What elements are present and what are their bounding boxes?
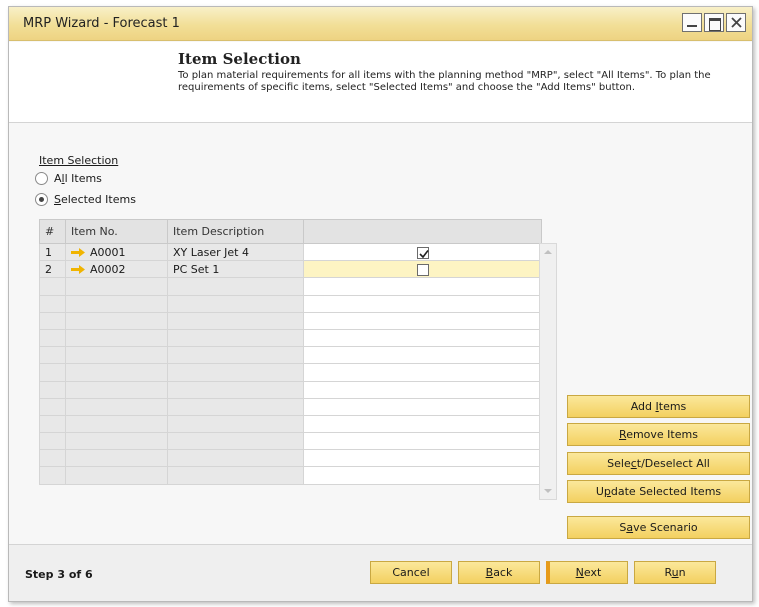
column-header-num[interactable]: # bbox=[39, 219, 66, 244]
empty-row bbox=[39, 363, 542, 382]
grid-scrollbar[interactable] bbox=[539, 243, 557, 500]
row-checkbox[interactable] bbox=[416, 246, 429, 259]
items-grid[interactable]: # Item No. Item Description 1 A0001 XY Las… bbox=[39, 219, 542, 485]
empty-row bbox=[39, 294, 542, 313]
item-selection-label: Item Selection bbox=[39, 154, 119, 167]
empty-row bbox=[39, 311, 542, 330]
step-heading: Item Selection bbox=[178, 50, 301, 68]
empty-row bbox=[39, 414, 542, 434]
radio-label: All Items bbox=[54, 172, 102, 185]
select-deselect-all-button[interactable]: Select/Deselect All bbox=[567, 452, 750, 475]
title-bar[interactable]: MRP Wizard - Forecast 1 bbox=[9, 7, 752, 41]
cancel-button[interactable]: Cancel bbox=[370, 561, 452, 584]
empty-row bbox=[39, 328, 542, 348]
radio-button[interactable] bbox=[35, 193, 48, 206]
maximize-icon[interactable] bbox=[704, 13, 724, 32]
empty-row bbox=[39, 346, 542, 365]
remove-items-button[interactable]: Remove Items bbox=[567, 423, 750, 446]
item-no: A0001 bbox=[90, 245, 126, 259]
scroll-up-icon[interactable] bbox=[544, 250, 552, 254]
empty-row bbox=[39, 397, 542, 416]
window-title: MRP Wizard - Forecast 1 bbox=[23, 16, 180, 31]
link-arrow-icon[interactable] bbox=[71, 265, 85, 275]
step-header: Item Selection To plan material requirem… bbox=[9, 42, 752, 123]
empty-row bbox=[39, 380, 542, 399]
back-button[interactable]: Back bbox=[458, 561, 540, 584]
column-header-item-no[interactable]: Item No. bbox=[65, 219, 168, 244]
update-selected-items-button[interactable]: Update Selected Items bbox=[567, 480, 750, 503]
empty-row bbox=[39, 466, 542, 485]
empty-row bbox=[39, 449, 542, 468]
save-scenario-button[interactable]: Save Scenario bbox=[567, 516, 750, 539]
column-header-selected[interactable] bbox=[303, 219, 542, 244]
radio-button[interactable] bbox=[35, 172, 48, 185]
table-row[interactable]: 2 A0002 PC Set 1 bbox=[39, 260, 542, 279]
step-description: To plan material requirements for all it… bbox=[178, 70, 711, 93]
close-icon[interactable] bbox=[726, 13, 746, 32]
run-button[interactable]: Run bbox=[634, 561, 716, 584]
item-no-cell[interactable]: A0001 bbox=[65, 242, 168, 262]
item-description: PC Set 1 bbox=[167, 260, 304, 279]
window-controls bbox=[682, 13, 746, 32]
scroll-down-icon[interactable] bbox=[544, 489, 552, 493]
selected-cell[interactable] bbox=[303, 260, 542, 279]
minimize-icon[interactable] bbox=[682, 13, 702, 32]
table-row[interactable]: 1 A0001 XY Laser Jet 4 bbox=[39, 242, 542, 262]
empty-row bbox=[39, 277, 542, 296]
checkmark-icon bbox=[418, 249, 429, 258]
radio-all-items[interactable]: All Items bbox=[35, 172, 102, 185]
item-no-cell[interactable]: A0002 bbox=[65, 260, 168, 279]
radio-label: Selected Items bbox=[54, 193, 136, 206]
step-indicator: Step 3 of 6 bbox=[25, 568, 93, 581]
add-items-button[interactable]: Add Items bbox=[567, 395, 750, 418]
radio-selected-items[interactable]: Selected Items bbox=[35, 193, 136, 206]
row-checkbox[interactable] bbox=[416, 263, 429, 276]
column-header-item-description[interactable]: Item Description bbox=[167, 219, 304, 244]
item-no: A0002 bbox=[90, 262, 126, 276]
link-arrow-icon[interactable] bbox=[71, 248, 85, 258]
empty-row bbox=[39, 432, 542, 451]
item-description: XY Laser Jet 4 bbox=[167, 242, 304, 262]
mrp-wizard-window: MRP Wizard - Forecast 1 Item Selection T… bbox=[8, 6, 753, 602]
wizard-footer: Step 3 of 6 Cancel Back Next Run bbox=[9, 544, 752, 601]
next-button[interactable]: Next bbox=[546, 561, 628, 584]
row-number: 2 bbox=[39, 260, 66, 279]
selected-cell[interactable] bbox=[303, 242, 542, 262]
row-number: 1 bbox=[39, 242, 66, 262]
